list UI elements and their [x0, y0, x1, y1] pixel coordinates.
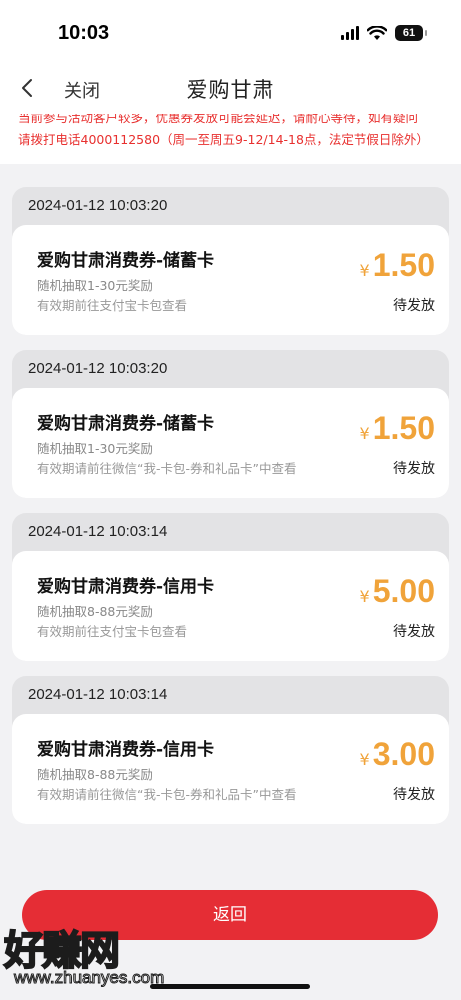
record-card: 2024-01-12 10:03:14 爱购甘肃消费券-信用卡 随机抽取8-88… [12, 513, 449, 661]
currency-symbol: ¥ [359, 261, 370, 280]
record-body[interactable]: 爱购甘肃消费券-储蓄卡 随机抽取1-30元奖励 有效期请前往微信“我-卡包-券和… [12, 388, 449, 498]
record-body[interactable]: 爱购甘肃消费券-信用卡 随机抽取8-88元奖励 有效期请前往微信“我-卡包-券和… [12, 714, 449, 824]
record-title: 爱购甘肃消费券-储蓄卡 [37, 251, 215, 271]
record-body[interactable]: 爱购甘肃消费券-信用卡 随机抽取8-88元奖励 有效期前往支付宝卡包查看 ¥ 5… [12, 551, 449, 661]
record-subtitle: 随机抽取8-88元奖励 [37, 767, 153, 782]
amount-value: 1.50 [372, 410, 435, 446]
record-amount: ¥ 3.00 [360, 736, 435, 773]
record-amount: ¥ 1.50 [360, 247, 435, 284]
record-card: 2024-01-12 10:03:14 爱购甘肃消费券-信用卡 随机抽取8-88… [12, 676, 449, 824]
status-time: 10:03 [58, 22, 110, 44]
return-button[interactable]: 返回 [22, 890, 438, 940]
signal-icon [341, 26, 359, 40]
notice-line-2: 请拨打电话4000112580（周一至周五9-12/14-18点，法定节假日除外… [18, 132, 429, 147]
record-status: 待发放 [393, 787, 435, 803]
record-amount: ¥ 5.00 [360, 573, 435, 610]
amount-value: 5.00 [372, 573, 435, 609]
page-title: 爱购甘肃 [186, 78, 275, 102]
record-note: 有效期前往支付宝卡包查看 [37, 624, 188, 639]
record-subtitle: 随机抽取1-30元奖励 [37, 278, 153, 293]
record-subtitle: 随机抽取8-88元奖励 [37, 604, 153, 619]
currency-symbol: ¥ [359, 750, 370, 769]
record-subtitle: 随机抽取1-30元奖励 [37, 441, 153, 456]
currency-symbol: ¥ [359, 424, 370, 443]
record-body[interactable]: 爱购甘肃消费券-储蓄卡 随机抽取1-30元奖励 有效期前往支付宝卡包查看 ¥ 1… [12, 225, 449, 335]
record-date: 2024-01-12 10:03:14 [28, 686, 168, 703]
watermark-url: www.zhuanyes.com [13, 968, 165, 988]
record-note: 有效期前往支付宝卡包查看 [37, 298, 188, 313]
status-icons: 61 [341, 25, 427, 41]
notice-banner: 当前参与活动客户较多，优惠券发放可能会延迟，请耐心等待，如有疑问 请拨打电话40… [0, 114, 461, 164]
record-note: 有效期请前往微信“我-卡包-券和礼品卡”中查看 [37, 787, 297, 802]
battery-icon: 61 [395, 25, 427, 41]
notice-line-1: 当前参与活动客户较多，优惠券发放可能会延迟，请耐心等待，如有疑问 [18, 114, 419, 125]
amount-value: 1.50 [372, 247, 435, 283]
currency-symbol: ¥ [359, 587, 370, 606]
status-bar: 10:03 61 [0, 0, 461, 62]
wifi-icon [367, 25, 387, 40]
record-status: 待发放 [393, 461, 435, 477]
notice-text: 当前参与活动客户较多，优惠券发放可能会延迟，请耐心等待，如有疑问 请拨打电话40… [18, 114, 454, 151]
record-title: 爱购甘肃消费券-储蓄卡 [37, 414, 215, 434]
nav-bar: 关闭 爱购甘肃 [0, 62, 461, 114]
record-amount: ¥ 1.50 [360, 410, 435, 447]
record-status: 待发放 [393, 298, 435, 314]
record-title: 爱购甘肃消费券-信用卡 [37, 577, 215, 597]
record-date: 2024-01-12 10:03:14 [28, 523, 168, 540]
record-card: 2024-01-12 10:03:20 爱购甘肃消费券-储蓄卡 随机抽取1-30… [12, 350, 449, 498]
record-status: 待发放 [393, 624, 435, 640]
amount-value: 3.00 [372, 736, 435, 772]
record-note: 有效期请前往微信“我-卡包-券和礼品卡”中查看 [37, 461, 297, 476]
home-indicator [150, 984, 310, 989]
record-date: 2024-01-12 10:03:20 [28, 197, 168, 214]
record-title: 爱购甘肃消费券-信用卡 [37, 740, 215, 760]
record-card: 2024-01-12 10:03:20 爱购甘肃消费券-储蓄卡 随机抽取1-30… [12, 187, 449, 335]
record-date: 2024-01-12 10:03:20 [28, 360, 168, 377]
